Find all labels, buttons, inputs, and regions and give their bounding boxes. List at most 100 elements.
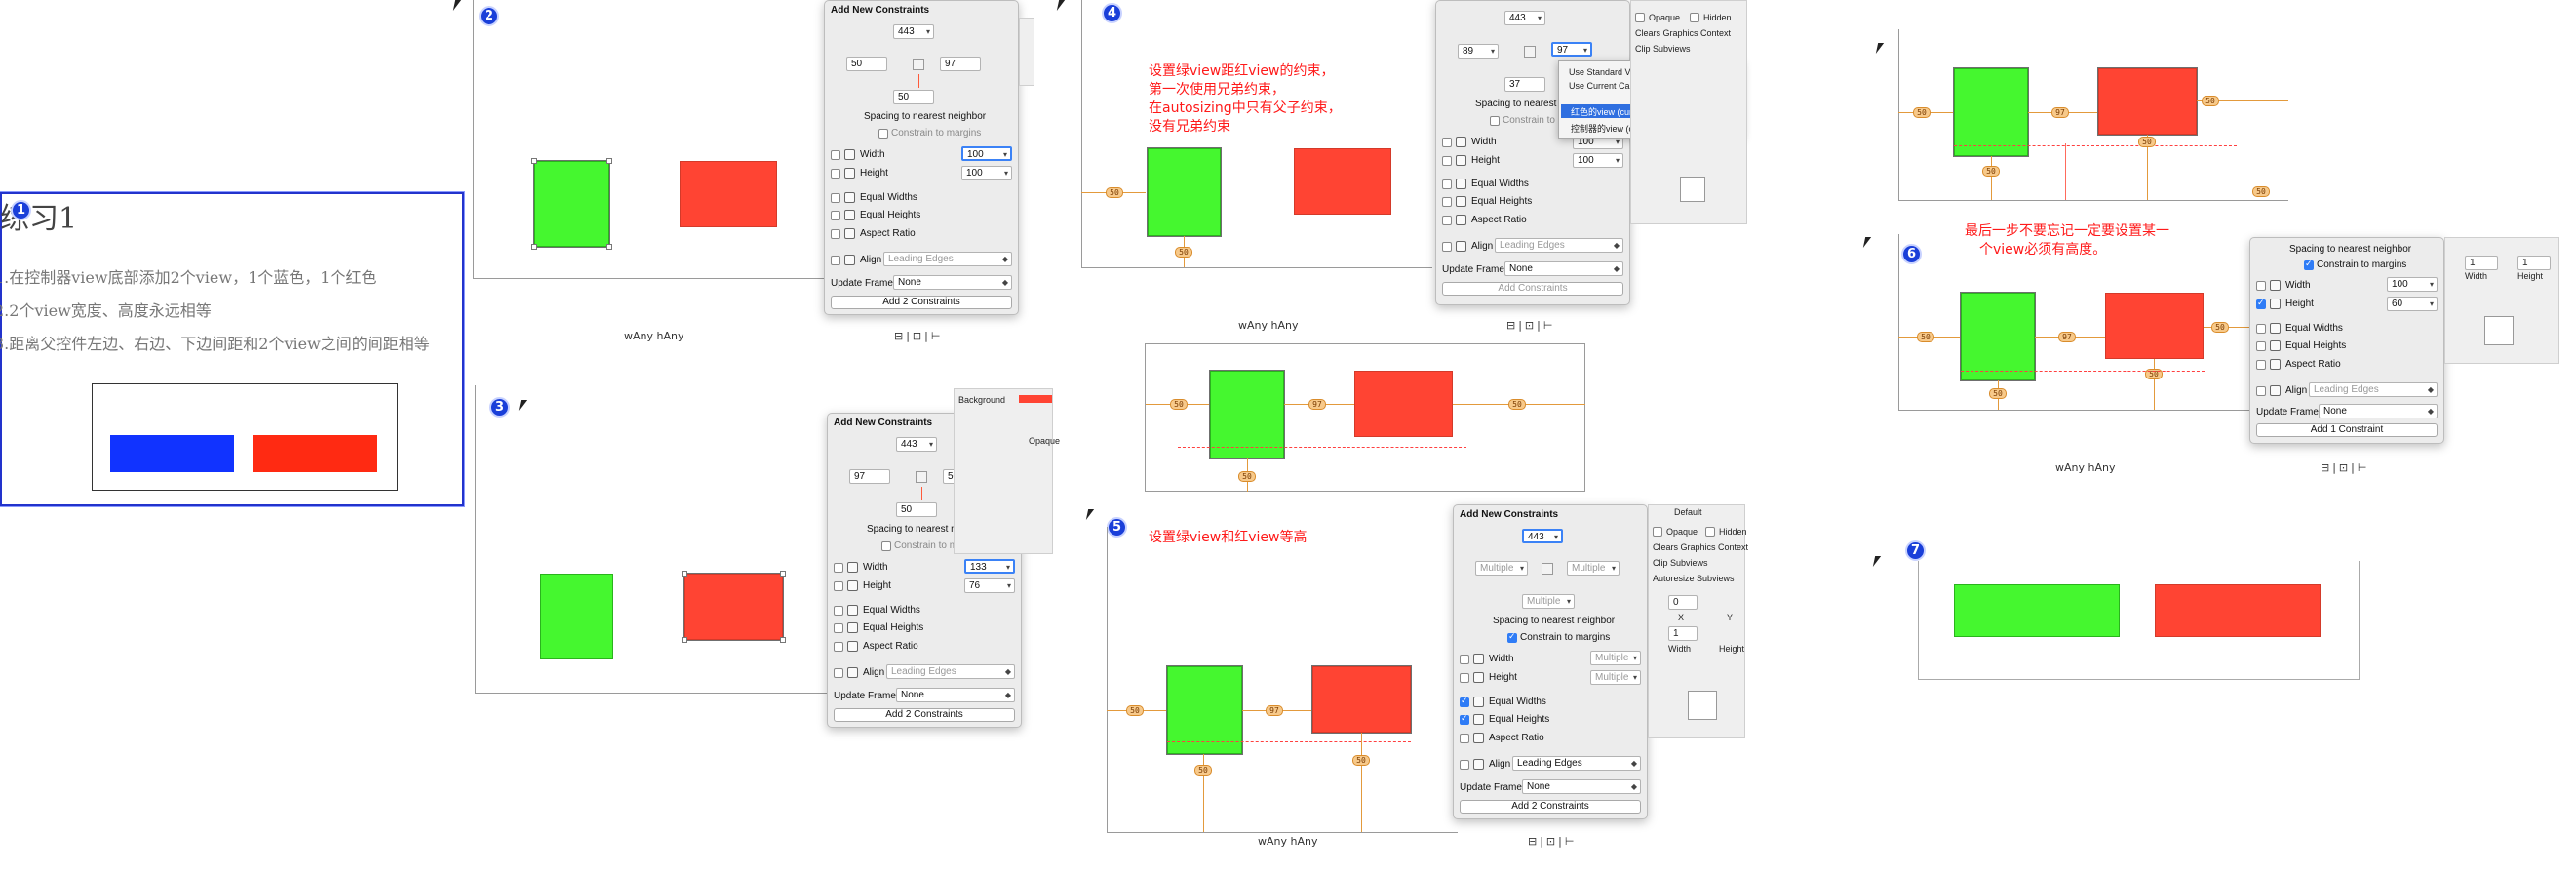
width-checkbox[interactable] — [1442, 138, 1452, 147]
align-select[interactable]: Leading Edges ◆ — [886, 664, 1015, 679]
update-frames-select[interactable]: None ◆ — [893, 275, 1012, 290]
leading-constraint-label[interactable]: 50 — [1126, 705, 1144, 716]
resize-handle[interactable] — [606, 158, 612, 164]
bottom-spacing-field[interactable]: 50 — [893, 90, 934, 104]
constrain-margins-checkbox[interactable] — [881, 541, 891, 551]
top-spacing-field[interactable]: 443 ▾ — [893, 24, 934, 39]
aspect-ratio-checkbox[interactable] — [834, 642, 843, 652]
bottom-constraint-label[interactable]: 50 — [1194, 765, 1212, 776]
right-spacing-field[interactable]: 97 ▾ — [1551, 42, 1592, 57]
equal-widths-checkbox[interactable] — [1460, 696, 1469, 707]
equal-widths-checkbox[interactable] — [831, 193, 840, 203]
add-constraints-button[interactable]: Add 2 Constraints — [1460, 800, 1641, 814]
leading-constraint-label[interactable]: 50 — [1917, 332, 1934, 342]
sibling-constraint-label[interactable]: 97 — [2058, 332, 2076, 342]
height-field[interactable]: 60 ▾ — [2387, 297, 2438, 311]
red-view[interactable] — [2155, 584, 2321, 637]
autoresizing-box[interactable] — [1680, 177, 1705, 202]
align-checkbox[interactable] — [1442, 242, 1452, 252]
height-field[interactable]: 100 ▾ — [961, 166, 1012, 180]
update-frames-select[interactable]: None ◆ — [2319, 404, 2438, 418]
add-constraints-button[interactable]: Add 2 Constraints — [831, 296, 1012, 309]
update-frames-select[interactable]: None ◆ — [1504, 261, 1623, 276]
equal-heights-checkbox[interactable] — [1460, 713, 1469, 725]
bottom-constraint-label[interactable]: 50 — [1982, 166, 2000, 177]
green-view[interactable] — [540, 574, 613, 659]
constrain-margins-checkbox[interactable] — [878, 129, 888, 139]
trailing-constraint-label[interactable]: 50 — [2202, 96, 2219, 106]
add-constraints-button[interactable]: Add Constraints — [1442, 282, 1623, 296]
left-spacing-field[interactable]: Multiple ▾ — [1475, 561, 1528, 576]
bottom-constraint-label[interactable]: 50 — [1238, 471, 1256, 482]
add-constraints-button[interactable]: Add 2 Constraints — [834, 708, 1015, 722]
equal-heights-checkbox[interactable] — [2256, 341, 2266, 351]
bottom-trailing-label[interactable]: 50 — [2252, 186, 2270, 197]
green-view[interactable] — [1953, 67, 2029, 157]
width-field[interactable]: Multiple ▾ — [1590, 651, 1641, 665]
resize-handle[interactable] — [682, 637, 687, 643]
update-frames-select[interactable]: None ◆ — [896, 688, 1015, 702]
layout-tools[interactable]: ⊟|⊡|⊢ — [2321, 461, 2369, 474]
red-view[interactable] — [1311, 665, 1412, 734]
red-view[interactable] — [1354, 371, 1453, 437]
hidden-checkbox[interactable] — [1690, 13, 1699, 22]
bottom-spacing-field[interactable]: Multiple ▾ — [1522, 594, 1575, 609]
size-class-bar[interactable]: wAny hAny — [2055, 461, 2115, 474]
height-checkbox[interactable] — [834, 581, 843, 591]
right-spacing-field[interactable]: 97 — [940, 57, 981, 71]
bottom-spacing-field[interactable]: 37 — [1504, 77, 1545, 92]
resize-handle[interactable] — [780, 637, 786, 643]
width-checkbox[interactable] — [834, 563, 843, 573]
layout-tools[interactable]: ⊟|⊡|⊢ — [1506, 319, 1555, 332]
red-view[interactable] — [2105, 293, 2204, 359]
height-field[interactable]: 100 ▾ — [1573, 153, 1623, 168]
width-checkbox[interactable] — [831, 150, 840, 160]
opaque-checkbox[interactable] — [1653, 527, 1662, 537]
align-select[interactable]: Leading Edges ◆ — [1495, 238, 1623, 253]
equal-widths-checkbox[interactable] — [2256, 324, 2266, 334]
height-field[interactable]: Multiple ▾ — [1590, 670, 1641, 685]
constrain-margins-checkbox[interactable] — [1490, 116, 1500, 126]
align-checkbox[interactable] — [831, 256, 840, 265]
sibling-constraint-label[interactable]: 97 — [2051, 107, 2069, 118]
bottom-spacing-field[interactable]: 50 — [896, 502, 937, 517]
right-spacing-field[interactable]: Multiple ▾ — [1567, 561, 1620, 576]
width-field[interactable]: 133 ▾ — [964, 559, 1015, 574]
red-bottom-constraint-label[interactable]: 50 — [2138, 137, 2156, 147]
aspect-ratio-checkbox[interactable] — [1442, 216, 1452, 225]
constrain-margins-checkbox[interactable] — [2304, 259, 2314, 270]
width-checkbox[interactable] — [2256, 281, 2266, 291]
red-view[interactable] — [683, 573, 784, 641]
align-select[interactable]: Leading Edges ◆ — [1512, 756, 1641, 771]
leading-constraint-label[interactable]: 50 — [1106, 187, 1123, 198]
size-class-bar[interactable]: wAny hAny — [1258, 835, 1317, 848]
x-stepper[interactable]: 0 — [1668, 595, 1698, 610]
bottom-constraint-label[interactable]: 50 — [1175, 247, 1192, 258]
resize-handle[interactable] — [606, 244, 612, 250]
layout-tools[interactable]: ⊟|⊡|⊢ — [1528, 835, 1577, 848]
red-view[interactable] — [680, 161, 777, 227]
autoresizing-box[interactable] — [2484, 316, 2514, 345]
left-spacing-field[interactable]: 89 ▾ — [1458, 44, 1499, 59]
layout-tools[interactable]: ⊟|⊡|⊢ — [894, 330, 943, 342]
aspect-ratio-checkbox[interactable] — [2256, 360, 2266, 370]
leading-constraint-label[interactable]: 50 — [1170, 399, 1188, 410]
equal-widths-checkbox[interactable] — [834, 606, 843, 616]
equal-heights-checkbox[interactable] — [1442, 197, 1452, 207]
align-checkbox[interactable] — [2256, 386, 2266, 396]
green-view[interactable] — [1147, 147, 1222, 237]
equal-heights-checkbox[interactable] — [831, 211, 840, 220]
width-field[interactable]: 100 ▾ — [961, 146, 1012, 161]
update-frames-select[interactable]: None ◆ — [1522, 779, 1641, 794]
left-spacing-field[interactable]: 97 — [849, 469, 890, 484]
height-checkbox[interactable] — [2256, 298, 2266, 309]
red-bottom-constraint-label[interactable]: 50 — [1352, 755, 1370, 766]
height-checkbox[interactable] — [1460, 673, 1469, 683]
hidden-checkbox[interactable] — [1705, 527, 1715, 537]
top-spacing-field[interactable]: 443 ▾ — [1522, 529, 1563, 543]
align-select[interactable]: Leading Edges ◆ — [883, 252, 1012, 266]
resize-handle[interactable] — [780, 571, 786, 577]
top-spacing-field[interactable]: 443 ▾ — [896, 437, 937, 452]
sibling-constraint-label[interactable]: 97 — [1308, 399, 1326, 410]
trailing-constraint-label[interactable]: 50 — [1508, 399, 1526, 410]
